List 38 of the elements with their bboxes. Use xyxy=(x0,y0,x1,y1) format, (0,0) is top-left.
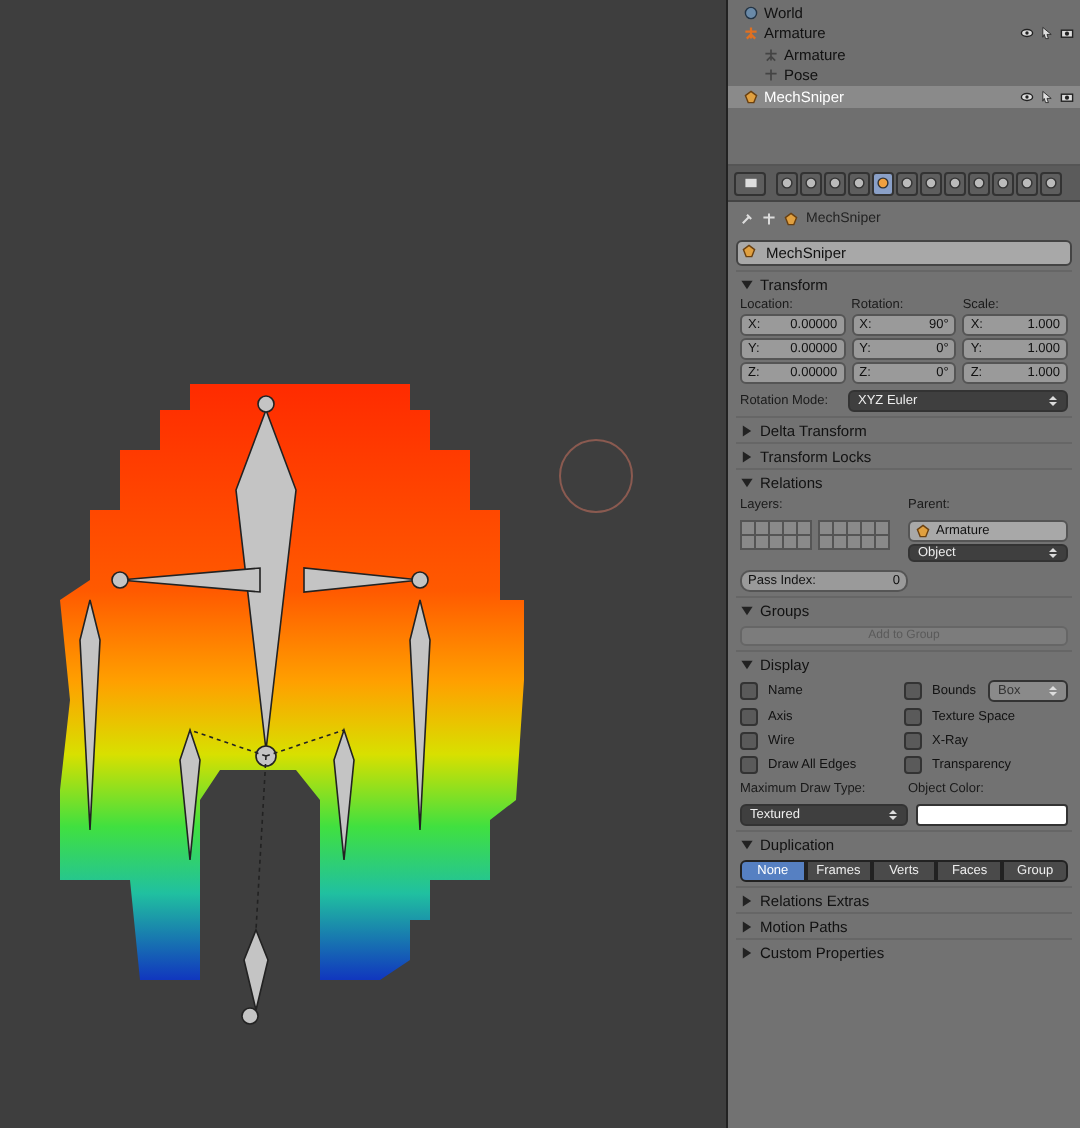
context-tab[interactable] xyxy=(1016,171,1038,195)
context-tab[interactable] xyxy=(1040,171,1062,195)
brush-circle-icon xyxy=(559,439,633,513)
context-tab[interactable] xyxy=(848,171,870,195)
cursor-icon[interactable] xyxy=(1040,26,1054,41)
triangle-down-icon xyxy=(740,475,754,489)
color-swatch[interactable] xyxy=(916,804,1068,826)
up-down-arrows-icon xyxy=(1048,546,1058,560)
context-tab[interactable] xyxy=(824,171,846,195)
triangle-down-icon xyxy=(740,603,754,617)
context-tab[interactable] xyxy=(800,171,822,195)
pin-icon[interactable] xyxy=(740,211,754,225)
camera-icon[interactable] xyxy=(1060,26,1074,41)
camera-icon[interactable] xyxy=(1060,89,1074,104)
eye-icon[interactable] xyxy=(1020,26,1034,41)
context-tab[interactable] xyxy=(872,171,894,195)
mesh-icon xyxy=(784,211,798,225)
context-tab[interactable] xyxy=(896,171,918,195)
mesh-icon xyxy=(744,89,758,104)
triangle-down-icon xyxy=(740,657,754,671)
eye-icon[interactable] xyxy=(1020,89,1034,104)
mesh-icon xyxy=(742,244,756,258)
mesh-icon xyxy=(916,524,930,538)
context-tab[interactable] xyxy=(920,171,942,195)
up-down-arrows-icon xyxy=(1048,684,1058,698)
context-tab[interactable] xyxy=(992,171,1014,195)
triangle-down-icon xyxy=(740,837,754,851)
editor-type-button[interactable] xyxy=(734,171,766,195)
context-tab[interactable] xyxy=(776,171,798,195)
triangle-down-icon xyxy=(740,277,754,291)
context-tab[interactable] xyxy=(944,171,966,195)
context-tab[interactable] xyxy=(968,171,990,195)
up-down-arrows-icon xyxy=(1048,394,1058,408)
cursor-icon[interactable] xyxy=(1040,89,1054,104)
editor-icon xyxy=(743,176,757,190)
globe-icon xyxy=(744,5,758,20)
3d-viewport[interactable] xyxy=(0,0,728,1128)
up-down-arrows-icon xyxy=(888,808,898,822)
